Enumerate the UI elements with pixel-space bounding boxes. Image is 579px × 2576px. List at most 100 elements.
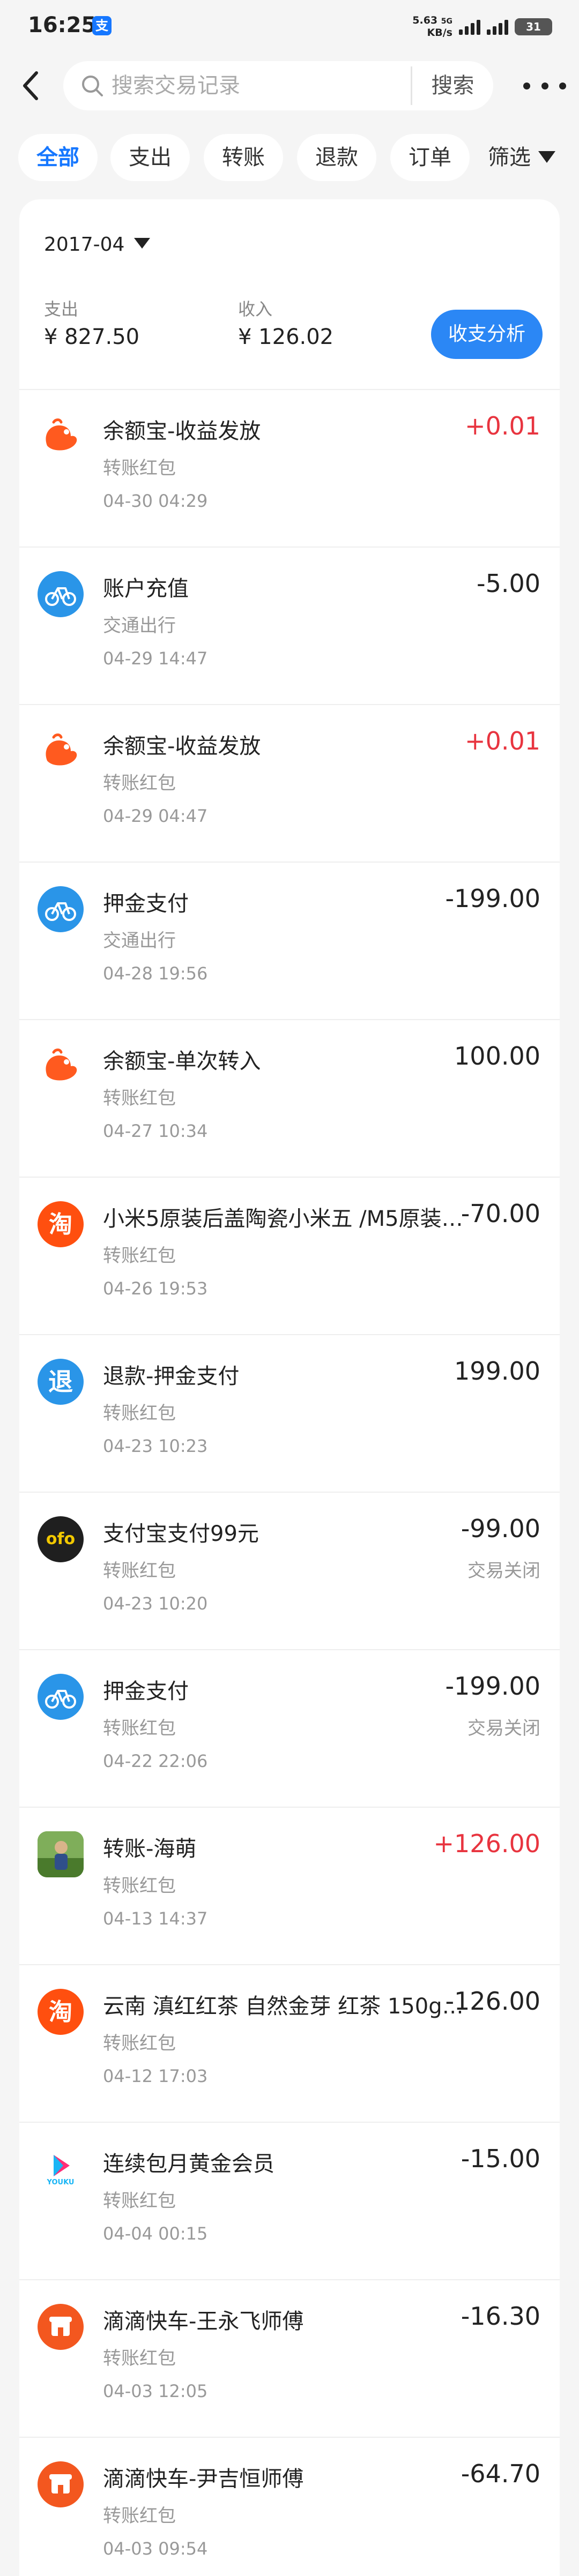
transaction-row[interactable]: 押金支付 交通出行 04-28 19:56 -199.00 — [19, 863, 560, 1020]
transaction-amount: +0.01 — [465, 727, 540, 755]
youku-label: YOUKU — [47, 2178, 75, 2186]
transaction-title: 转账-海萌 — [103, 1837, 197, 1861]
transaction-row[interactable]: 滴滴快车-王永飞师傅 转账红包 04-03 12:05 -16.30 — [19, 2280, 560, 2438]
transaction-row[interactable]: 账户充值交通出行 04-29 14:47 -5.00 — [19, 548, 560, 705]
transaction-date: 04-26 19:53 — [103, 1278, 208, 1299]
transaction-row[interactable]: YOUKU 连续包月黄金会员 转账红包 04-04 00:15 -15.00 — [19, 2123, 560, 2280]
net-speed-value: 5.63 — [412, 14, 438, 26]
transaction-category: 转账红包 — [103, 458, 176, 479]
transaction-title: 退款-押金支付 — [103, 1364, 240, 1389]
tab-expense[interactable]: 支出 — [110, 134, 190, 181]
transaction-date: 04-13 14:37 — [103, 1908, 208, 1929]
transaction-date: 04-12 17:03 — [103, 2066, 208, 2086]
svg-text:淘: 淘 — [49, 1211, 72, 1238]
transaction-amount: +126.00 — [433, 1829, 541, 1858]
transaction-title: 余额宝-单次转入 — [103, 1049, 261, 1074]
bike-icon — [38, 1674, 84, 1720]
transaction-category: 转账红包 — [103, 2190, 176, 2212]
transaction-row[interactable]: 退退款-押金支付 转账红包 04-23 10:23 199.00 — [19, 1335, 560, 1493]
month-label: 2017-04 — [44, 234, 125, 256]
transaction-amount: -16.30 — [461, 2302, 540, 2331]
search-box[interactable]: 搜索 — [63, 61, 493, 110]
yuebao-icon — [38, 414, 84, 460]
filter-label: 筛选 — [488, 145, 531, 170]
transaction-category: 转账红包 — [103, 1560, 176, 1582]
status-bar: 16:25 支 5.63 5G KB/s 31 — [0, 0, 579, 54]
transaction-list: 余额宝-收益发放 转账红包 04-30 04:29 +0.01 账户充值交通出行 04-2… — [19, 390, 560, 2576]
caret-down-icon — [134, 238, 151, 249]
battery-icon: 31 — [515, 18, 552, 35]
status-right: 5.63 5G KB/s 31 — [412, 12, 552, 42]
transaction-category: 交通出行 — [103, 615, 176, 636]
dot-icon — [523, 82, 530, 89]
search-input[interactable] — [112, 61, 412, 110]
transaction-amount: -64.70 — [461, 2459, 540, 2488]
dot-icon — [559, 82, 566, 89]
transaction-category: 转账红包 — [103, 1088, 176, 1109]
transaction-row[interactable]: 余额宝-单次转入转账红包 04-27 10:34 100.00 — [19, 1020, 560, 1178]
transaction-row[interactable]: 滴滴快车-尹吉恒师傅 转账红包 04-03 09:54 -64.70 — [19, 2438, 560, 2576]
transaction-title: 云南 滇红红茶 自然金芽 红茶 150g 礼盒 — [103, 1994, 467, 2019]
transaction-date: 04-29 14:47 — [103, 648, 208, 669]
more-options-button[interactable] — [523, 70, 566, 102]
tab-order[interactable]: 订单 — [390, 134, 470, 181]
transaction-title: 账户充值 — [103, 576, 189, 601]
tab-all[interactable]: 全部 — [18, 134, 98, 181]
net-speed: 5.63 5G KB/s — [412, 15, 452, 39]
back-arrow-icon — [23, 71, 38, 100]
didi-icon — [38, 2304, 84, 2350]
transaction-row[interactable]: 余额宝-收益发放 转账红包 04-29 04:47 +0.01 — [19, 705, 560, 863]
transaction-category: 转账红包 — [103, 1245, 176, 1267]
analysis-button[interactable]: 收支分析 — [431, 310, 543, 359]
filter-tabs: 全部 支出 转账 退款 订单 筛选 — [0, 134, 579, 182]
expense-total: ¥ 827.50 — [44, 325, 140, 349]
tab-transfer[interactable]: 转账 — [204, 134, 283, 181]
transaction-title: 连续包月黄金会员 — [103, 2152, 274, 2176]
transaction-status: 交易关闭 — [467, 1560, 540, 1582]
transaction-amount: 100.00 — [454, 1042, 540, 1070]
net-speed-unit: KB/s — [427, 27, 452, 39]
transaction-date: 04-27 10:34 — [103, 1121, 208, 1141]
transaction-date: 04-04 00:15 — [103, 2223, 208, 2244]
transaction-title: 小米5原装后盖陶瓷小米五 /M5原装后盖 — [103, 1207, 467, 1231]
yuebao-icon — [38, 1044, 84, 1090]
yuebao-icon — [38, 729, 84, 775]
transaction-date: 04-22 22:06 — [103, 1751, 208, 1771]
transaction-status: 交易关闭 — [467, 1718, 540, 1739]
header: 搜索 — [0, 54, 579, 118]
transaction-category: 转账红包 — [103, 1403, 176, 1424]
transaction-amount: -5.00 — [476, 569, 540, 598]
transaction-row[interactable]: 淘 云南 滇红红茶 自然金芽 红茶 150g 礼盒 转账红包 04-12 17:03 -… — [19, 1965, 560, 2123]
signal-2-icon — [487, 19, 508, 35]
tab-refund[interactable]: 退款 — [297, 134, 376, 181]
caret-down-icon — [538, 151, 555, 163]
transaction-category: 转账红包 — [103, 2505, 176, 2527]
transaction-category: 转账红包 — [103, 773, 176, 794]
transaction-row[interactable]: 余额宝-收益发放 转账红包 04-30 04:29 +0.01 — [19, 390, 560, 548]
transaction-category: 转账红包 — [103, 1875, 176, 1897]
search-icon — [82, 76, 103, 96]
transaction-amount: -99.00 — [461, 1514, 540, 1543]
transaction-row[interactable]: ofo 支付宝支付99元 转账红包 04-23 10:20 -99.00 交易关闭 — [19, 1493, 560, 1650]
search-button[interactable]: 搜索 — [412, 61, 493, 110]
transaction-date: 04-03 09:54 — [103, 2538, 208, 2559]
refund-icon: 退 — [38, 1359, 84, 1405]
transaction-row[interactable]: 转账-海萌转账红包 04-13 14:37 +126.00 — [19, 1808, 560, 1965]
expense-label: 支出 — [44, 299, 79, 319]
dot-icon — [541, 82, 548, 89]
month-selector[interactable]: 2017-04 — [44, 234, 151, 256]
transaction-date: 04-23 10:20 — [103, 1593, 208, 1614]
transaction-title: 滴滴快车-尹吉恒师傅 — [103, 2467, 304, 2491]
back-button[interactable] — [16, 64, 54, 107]
transaction-row[interactable]: 押金支付 转账红包 04-22 22:06 -199.00 交易关闭 — [19, 1650, 560, 1808]
signal-icon — [459, 19, 480, 35]
transaction-amount: -70.00 — [461, 1199, 540, 1228]
transaction-row[interactable]: 淘 小米5原装后盖陶瓷小米五 /M5原装后盖 转账红包 04-26 19:53 -70.… — [19, 1178, 560, 1335]
transaction-amount: 199.00 — [454, 1357, 540, 1386]
transaction-amount: +0.01 — [465, 411, 540, 440]
transaction-date: 04-28 19:56 — [103, 963, 208, 984]
bike-icon — [38, 571, 84, 617]
status-time: 16:25 — [28, 13, 96, 38]
filter-button[interactable]: 筛选 — [488, 134, 555, 181]
transaction-category: 转账红包 — [103, 1718, 176, 1739]
